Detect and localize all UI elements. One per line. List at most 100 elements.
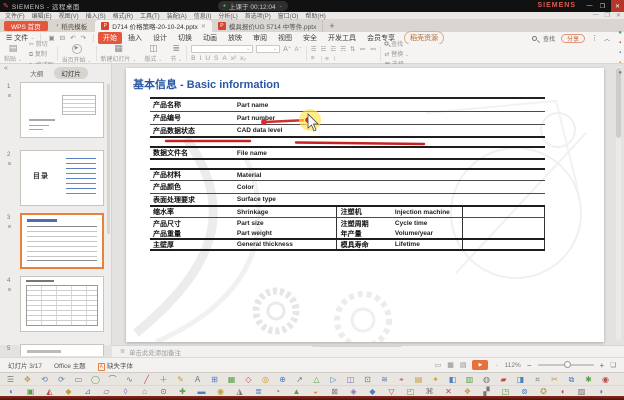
drawing-tool-icon[interactable]: ✱ — [580, 374, 597, 385]
drawing-tool-icon[interactable]: ▭ — [70, 374, 87, 385]
text-format-button[interactable]: U — [205, 55, 210, 62]
menu-item[interactable]: 分析(L) — [218, 11, 237, 20]
drawing-tool-icon[interactable]: ◉ — [597, 374, 614, 385]
drawing-tool-icon[interactable]: ✥ — [19, 374, 36, 385]
ribbon-tab[interactable]: 放映 — [223, 32, 247, 44]
more-menu-icon[interactable]: ⋮ — [591, 34, 598, 42]
find-button[interactable]: 查找 — [384, 39, 409, 48]
ribbon-tab[interactable]: 安全 — [298, 32, 322, 44]
maximize-button[interactable]: ❐ — [596, 0, 609, 12]
collapse-ribbon-icon[interactable]: ︿ — [604, 34, 610, 43]
zoom-percentage[interactable]: 112% — [505, 362, 521, 369]
slide-sorter-icon[interactable]: ▦ — [447, 361, 454, 369]
drawing-tool-icon[interactable]: ▦ — [223, 374, 240, 385]
drawing-tool-icon[interactable]: ◫ — [342, 374, 359, 385]
new-tab-button[interactable]: + — [329, 21, 334, 31]
text-format-button[interactable]: S — [214, 55, 218, 62]
missing-fonts-notice[interactable]: A缺失字体 — [98, 360, 133, 370]
quick-access-icon[interactable]: ↶ — [70, 34, 75, 42]
line-spacing-icon[interactable]: ↕ — [333, 55, 336, 63]
inner-minimize-button[interactable]: — — [593, 12, 599, 19]
drawing-tool-icon[interactable]: ⊡ — [359, 374, 376, 385]
drawing-tool-icon[interactable]: ◨ — [512, 374, 529, 385]
slide-canvas[interactable]: 基本信息 - Basic information 产品名称 Part name … — [126, 68, 604, 342]
menu-item[interactable]: 首选项(P) — [245, 11, 271, 20]
drawing-tool-icon[interactable]: ⊞ — [206, 374, 223, 385]
text-format-button[interactable]: x² — [231, 55, 236, 62]
side-dock-icon[interactable]: ● — [618, 70, 622, 76]
menu-item[interactable]: 信息(I) — [194, 11, 212, 20]
drawing-tool-icon[interactable]: ▰ — [495, 374, 512, 385]
drawing-tool-icon[interactable]: ◇ — [240, 374, 257, 385]
section-button[interactable]: ≣ 节 ⌄ — [166, 44, 186, 63]
template-store-button[interactable]: ◗ 稻壳模板 — [56, 21, 88, 31]
drawing-tool-icon[interactable]: ◍ — [478, 374, 495, 385]
normal-view-icon[interactable]: ▭ — [435, 361, 442, 369]
search-icon[interactable] — [532, 36, 537, 41]
drawing-tool-icon[interactable]: ◧ — [444, 374, 461, 385]
menu-item[interactable]: 窗口(O) — [278, 11, 299, 20]
tab-outline[interactable]: 大纲 — [23, 67, 50, 79]
layout-button[interactable]: ◫ 版式 ⌄ — [140, 44, 166, 63]
numbering-icon[interactable]: ⋮≡ — [319, 55, 329, 63]
session-timer-pill[interactable]: ● 上课于 00:12:04 ⌄ — [218, 1, 288, 11]
paragraph-format-button[interactable]: ☰ — [311, 45, 317, 53]
slide-thumbnail-1[interactable] — [20, 82, 104, 138]
drawing-tool-icon[interactable]: ⌗ — [529, 374, 546, 385]
copy-button[interactable]: ⧉ 复制 — [29, 49, 54, 59]
quick-access-icon[interactable]: ⊟ — [60, 34, 65, 42]
ribbon-tab[interactable]: 开发工具 — [323, 32, 361, 44]
wps-home-button[interactable]: WPS 首页 — [4, 21, 48, 31]
drawing-tool-icon[interactable]: ▥ — [461, 374, 478, 385]
ribbon-tab[interactable]: 视图 — [273, 32, 297, 44]
side-dock-icon[interactable]: ▪ — [618, 60, 622, 66]
canvas-scrollbar-thumb[interactable] — [616, 68, 621, 138]
zoom-slider-knob[interactable] — [564, 361, 571, 368]
minimize-button[interactable]: — — [583, 0, 596, 12]
drawing-tool-icon[interactable]: △ — [308, 374, 325, 385]
drawing-tool-icon[interactable]: ╱ — [138, 374, 155, 385]
panel-scrollbar[interactable] — [107, 84, 110, 234]
increase-font-button[interactable]: A⁺ — [283, 45, 291, 53]
slide-thumbnail-3-selected[interactable] — [20, 213, 104, 269]
drawing-tool-icon[interactable]: ↗ — [291, 374, 308, 385]
fullscreen-icon[interactable]: ❏ — [610, 361, 616, 369]
drawing-tool-icon[interactable]: A — [189, 374, 206, 385]
drawing-tool-icon[interactable]: ＋ — [155, 374, 172, 385]
close-button[interactable]: ✕ — [611, 0, 624, 12]
side-dock-icon[interactable]: ▪ — [618, 40, 622, 46]
menu-item[interactable]: 装配(A) — [167, 11, 187, 20]
notes-bar[interactable]: ≣ 单击此处添加备注 — [112, 345, 624, 357]
paste-button[interactable]: ▤ 粘贴 ⌄ — [0, 44, 26, 63]
drawing-tool-icon[interactable]: ⊕ — [274, 374, 291, 385]
drawing-tool-icon[interactable]: ◎ — [257, 374, 274, 385]
text-format-button[interactable]: I — [200, 55, 202, 62]
paragraph-format-button[interactable]: ☱ — [321, 45, 327, 53]
drawing-tool-icon[interactable]: ▤ — [410, 374, 427, 385]
play-from-current-button[interactable]: ▶ 当页开始 ⌄ — [58, 44, 96, 63]
theme-name[interactable]: Office 主题 — [54, 360, 86, 370]
menu-item[interactable]: 视图(V) — [59, 11, 79, 20]
drawing-tool-icon[interactable]: ✦ — [427, 374, 444, 385]
font-size-combo[interactable]: ⌄ — [256, 45, 280, 53]
font-name-combo[interactable]: ⌄ — [191, 45, 253, 53]
ribbon-tab[interactable]: 稻壳资源 — [404, 31, 444, 45]
drawing-tool-icon[interactable]: ⧉ — [563, 374, 580, 385]
paragraph-format-button[interactable]: ⇅ — [350, 45, 355, 53]
slideshow-play-button[interactable]: ▶ — [472, 360, 488, 370]
decrease-font-button[interactable]: A⁻ — [295, 46, 302, 53]
drawing-tool-icon[interactable]: ▷ — [325, 374, 342, 385]
drawing-tool-icon[interactable]: ⟳ — [53, 374, 70, 385]
menu-item[interactable]: 工具(T) — [140, 11, 160, 20]
side-dock-icon[interactable]: ▪ — [618, 50, 622, 56]
zoom-in-button[interactable]: + — [600, 361, 605, 370]
ribbon-tab[interactable]: 审阅 — [248, 32, 272, 44]
bullets-icon[interactable]: ≡ — [311, 55, 315, 63]
drawing-tool-icon[interactable]: ⌖ — [393, 374, 410, 385]
text-format-button[interactable]: B — [191, 55, 195, 62]
ribbon-tab[interactable]: 动画 — [198, 32, 222, 44]
drawing-tool-icon[interactable]: ☰ — [2, 374, 19, 385]
close-tab-icon[interactable]: ✕ — [201, 23, 206, 30]
new-slide-button[interactable]: ▦ 新建幻灯片 ⌄ — [97, 44, 141, 63]
inner-close-button[interactable]: ✕ — [616, 12, 621, 19]
